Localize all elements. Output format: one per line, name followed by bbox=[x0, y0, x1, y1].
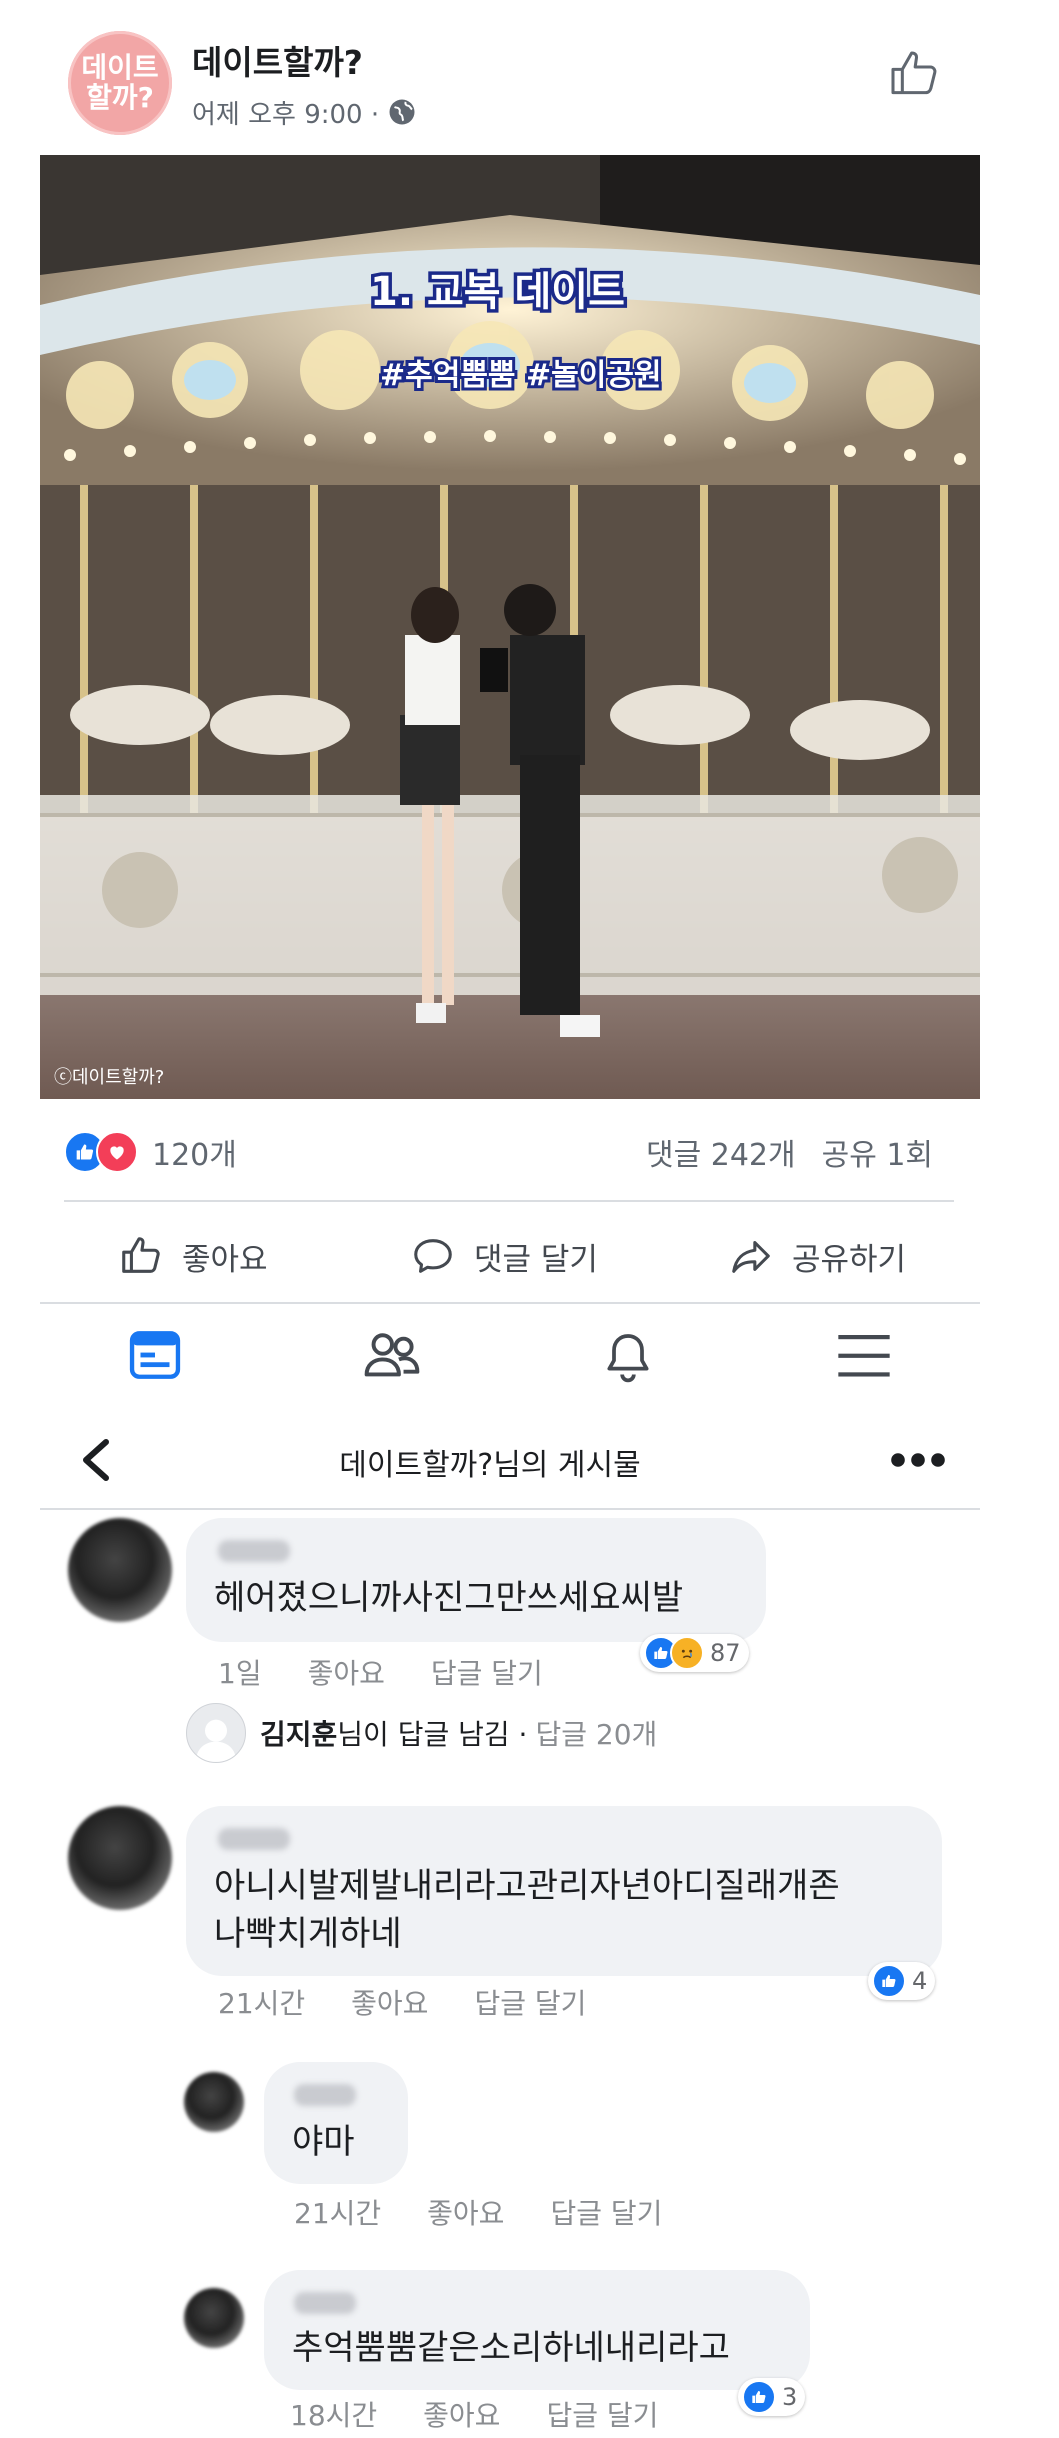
thread-header: 데이트할까?님의 게시물 bbox=[0, 1414, 980, 1504]
commenter-avatar[interactable] bbox=[68, 1806, 172, 1910]
bottom-nav bbox=[0, 1304, 980, 1404]
comment-meta: 1일 좋아요 답글 달기 bbox=[218, 1652, 589, 1692]
commenter-name-blurred[interactable] bbox=[218, 1828, 290, 1850]
comment-age: 1일 bbox=[218, 1657, 262, 1690]
comment-reply-link[interactable]: 답글 달기 bbox=[546, 2399, 658, 2432]
post-header: 데이트 할까? 데이트할까? 어제 오후 9:00 · bbox=[68, 28, 988, 138]
love-reaction-icon bbox=[96, 1131, 138, 1173]
commenter-avatar[interactable] bbox=[184, 2072, 244, 2132]
bell-icon[interactable] bbox=[600, 1328, 656, 1386]
post-time-row: 어제 오후 9:00 · bbox=[192, 94, 417, 131]
comment-bubble[interactable]: 헤어졌으니까사진그만쓰세요씨발 bbox=[186, 1518, 766, 1642]
photo-hashtags: #추억뿜뿜 #놀이공원 bbox=[380, 358, 662, 393]
avatar-text-1: 데이트 bbox=[81, 51, 159, 84]
globe-icon bbox=[389, 99, 415, 125]
comment-like-link[interactable]: 좋아요 bbox=[308, 1657, 385, 1690]
comment-button[interactable]: 댓글 달기 bbox=[410, 1226, 598, 1286]
reaction-count: 3 bbox=[782, 2383, 798, 2411]
comment-age: 21시간 bbox=[218, 1987, 306, 2020]
like-button[interactable]: 좋아요 bbox=[118, 1226, 268, 1286]
post-image[interactable]: 1. 교복 데이트 #추억뿜뿜 #놀이공원 ⓒ데이트할까? bbox=[40, 155, 980, 1099]
commenter-avatar[interactable] bbox=[68, 1518, 172, 1622]
commenter-name-blurred[interactable] bbox=[294, 2084, 356, 2106]
page-avatar[interactable]: 데이트 할까? bbox=[68, 31, 172, 135]
comment-reactions[interactable]: 3 bbox=[738, 2378, 806, 2416]
comment-age: 21시간 bbox=[294, 2197, 382, 2230]
commenter-name-blurred[interactable] bbox=[218, 1540, 290, 1562]
default-avatar-icon bbox=[195, 1719, 237, 1762]
comment-reactions[interactable]: 87 bbox=[640, 1634, 749, 1672]
more-options-icon[interactable] bbox=[890, 1452, 946, 1468]
comment-like-link[interactable]: 좋아요 bbox=[427, 2197, 504, 2230]
comment-bubble-icon bbox=[414, 1239, 452, 1273]
comment-bubble[interactable]: 야마 bbox=[264, 2062, 408, 2184]
share-arrow-icon bbox=[732, 1241, 770, 1273]
comment-count[interactable]: 댓글 242개 bbox=[646, 1130, 796, 1174]
comment-label: 댓글 달기 bbox=[474, 1241, 598, 1278]
comment-like-link[interactable]: 좋아요 bbox=[423, 2399, 500, 2432]
replier-name: 김지훈 bbox=[260, 1718, 338, 1751]
comment-text-line: 아니시발제발내리라고관리자년아디질래개존 bbox=[214, 1866, 840, 1906]
share-button[interactable]: 공유하기 bbox=[728, 1226, 906, 1286]
divider bbox=[64, 1200, 954, 1202]
comment-text: 헤어졌으니까사진그만쓰세요씨발 bbox=[214, 1578, 684, 1618]
reaction-count: 120개 bbox=[152, 1138, 237, 1173]
commenter-avatar[interactable] bbox=[184, 2288, 244, 2348]
thread-title: 데이트할까?님의 게시물 bbox=[339, 1448, 641, 1483]
comment-like-link[interactable]: 좋아요 bbox=[351, 1987, 428, 2020]
sad-reaction-icon bbox=[670, 1636, 704, 1670]
commenter-name-blurred[interactable] bbox=[294, 2292, 356, 2314]
reaction-count: 4 bbox=[912, 1967, 928, 1995]
reply-summary[interactable]: 김지훈 님이 답글 남김 · 답글 20개 bbox=[186, 1703, 658, 1763]
divider bbox=[40, 1508, 980, 1510]
reaction-count: 87 bbox=[710, 1639, 741, 1667]
photo-watermark: ⓒ데이트할까? bbox=[54, 1067, 164, 1088]
thumbs-up-icon bbox=[122, 1237, 160, 1273]
page-like-icon[interactable] bbox=[886, 46, 942, 102]
reply-count: 답글 20개 bbox=[535, 1718, 658, 1751]
comment-meta: 21시간 좋아요 답글 달기 bbox=[294, 2192, 708, 2232]
photo-title: 1. 교복 데이트 bbox=[370, 269, 625, 315]
comment-meta: 18시간 좋아요 답글 달기 bbox=[290, 2394, 704, 2434]
comment-bubble[interactable]: 추억뿜뿜같은소리하네내리라고 bbox=[264, 2270, 810, 2390]
page-name[interactable]: 데이트할까? bbox=[192, 36, 417, 84]
comment-reply-link[interactable]: 답글 달기 bbox=[474, 1987, 586, 2020]
like-reaction-icon bbox=[742, 2380, 776, 2414]
comment-text-line: 나빡치게하네 bbox=[214, 1914, 402, 1954]
reply-suffix: 님이 답글 남김 · bbox=[337, 1718, 528, 1751]
friends-icon[interactable] bbox=[362, 1328, 422, 1384]
comment-text: 아니시발제발내리라고관리자년아디질래개존 나빡치게하네 bbox=[214, 1862, 840, 1958]
avatar-text-2: 할까? bbox=[86, 81, 154, 114]
comment-age: 18시간 bbox=[290, 2399, 378, 2432]
comment-meta: 21시간 좋아요 답글 달기 bbox=[218, 1982, 632, 2022]
menu-icon[interactable] bbox=[836, 1330, 892, 1382]
post-meta: 데이트할까? 어제 오후 9:00 · bbox=[192, 36, 417, 131]
comment-reply-link[interactable]: 답글 달기 bbox=[431, 1657, 543, 1690]
like-reaction-icon bbox=[872, 1964, 906, 1998]
share-label: 공유하기 bbox=[792, 1241, 907, 1278]
share-count[interactable]: 공유 1회 bbox=[822, 1130, 933, 1174]
comment-text: 야마 bbox=[292, 2122, 355, 2162]
carousel-photo: 1. 교복 데이트 #추억뿜뿜 #놀이공원 ⓒ데이트할까? bbox=[40, 155, 980, 1099]
post-counts: 댓글 242개 공유 1회 bbox=[646, 1130, 933, 1174]
post-time[interactable]: 어제 오후 9:00 · bbox=[192, 94, 379, 131]
comment-bubble[interactable]: 아니시발제발내리라고관리자년아디질래개존 나빡치게하네 bbox=[186, 1806, 942, 1976]
feed-icon[interactable] bbox=[126, 1326, 184, 1384]
comment-reactions[interactable]: 4 bbox=[868, 1962, 936, 2000]
like-label: 좋아요 bbox=[182, 1241, 268, 1278]
replier-avatar bbox=[186, 1703, 246, 1763]
reaction-summary[interactable]: 120개 bbox=[64, 1130, 237, 1174]
comment-reply-link[interactable]: 답글 달기 bbox=[550, 2197, 662, 2230]
comment-text: 추억뿜뿜같은소리하네내리라고 bbox=[292, 2328, 730, 2368]
